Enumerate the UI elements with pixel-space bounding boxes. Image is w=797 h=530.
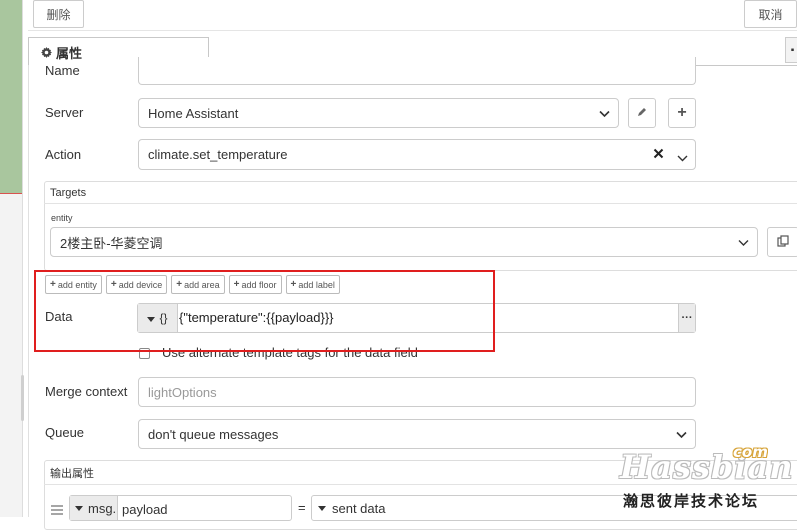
output-title: 输出属性 [50, 468, 94, 480]
toolbar-divider [28, 30, 797, 31]
entity-label: entity [51, 213, 73, 223]
action-select[interactable]: climate.set_temperature [138, 139, 696, 170]
gear-icon [41, 46, 52, 58]
caret-down-icon [318, 505, 326, 511]
chevron-down-icon [676, 427, 687, 442]
action-label: Action [45, 147, 82, 162]
chevron-down-icon [677, 150, 688, 165]
msg-value: payload [122, 502, 168, 517]
queue-label: Queue [45, 425, 85, 440]
output-source-value: sent data [332, 500, 386, 516]
entity-select[interactable]: 2楼主卧-华菱空调 [50, 227, 758, 257]
equals-sign: = [298, 500, 306, 515]
copy-entity-button[interactable] [767, 227, 797, 257]
queue-value: don't queue messages [148, 426, 279, 442]
targets-title: Targets [50, 187, 87, 199]
targets-panel [44, 181, 797, 271]
queue-select[interactable]: don't queue messages [138, 419, 696, 449]
caret-down-icon [75, 505, 83, 511]
delete-button[interactable]: 删除 [33, 0, 84, 28]
merge-context-label: Merge context [45, 384, 128, 399]
canvas-background [0, 0, 22, 193]
entity-value: 2楼主卧-华菱空调 [60, 235, 163, 251]
expand-editor-button[interactable]: ··· [678, 304, 695, 332]
drag-handle-icon[interactable] [51, 503, 63, 518]
add-server-button[interactable]: + [668, 98, 696, 128]
watermark-tagline: 瀚思彼岸技术论坛 [623, 493, 760, 510]
pencil-icon [636, 106, 648, 121]
name-label: Name [45, 63, 80, 78]
watermark-com: com [733, 443, 768, 461]
merge-context-placeholder: lightOptions [148, 384, 217, 400]
name-input[interactable] [138, 57, 696, 85]
resize-handle[interactable] [21, 375, 24, 421]
msg-prefix: msg. [88, 500, 117, 516]
cancel-button[interactable]: 取消 [744, 0, 797, 28]
chevron-down-icon [599, 106, 610, 121]
action-value: climate.set_temperature [148, 147, 288, 162]
plus-icon: + [677, 104, 687, 121]
expand-icon[interactable]: ▪ [785, 37, 797, 63]
chevron-down-icon [738, 235, 749, 250]
targets-divider [44, 203, 797, 204]
output-property-field[interactable]: msg. payload [69, 495, 292, 521]
highlight-box [34, 270, 495, 352]
server-label: Server [45, 105, 84, 120]
msg-type-selector[interactable]: msg. [70, 496, 118, 520]
server-select[interactable]: Home Assistant [138, 98, 619, 128]
clear-icon[interactable] [653, 147, 664, 162]
server-value: Home Assistant [148, 105, 239, 121]
canvas-lower-area [0, 193, 22, 517]
edit-server-button[interactable] [628, 98, 656, 128]
merge-context-input[interactable]: lightOptions [138, 377, 696, 407]
panel-divider [22, 0, 23, 517]
tab-label: 属性 [56, 45, 83, 61]
copy-icon [777, 234, 789, 250]
panel-border [28, 65, 29, 517]
